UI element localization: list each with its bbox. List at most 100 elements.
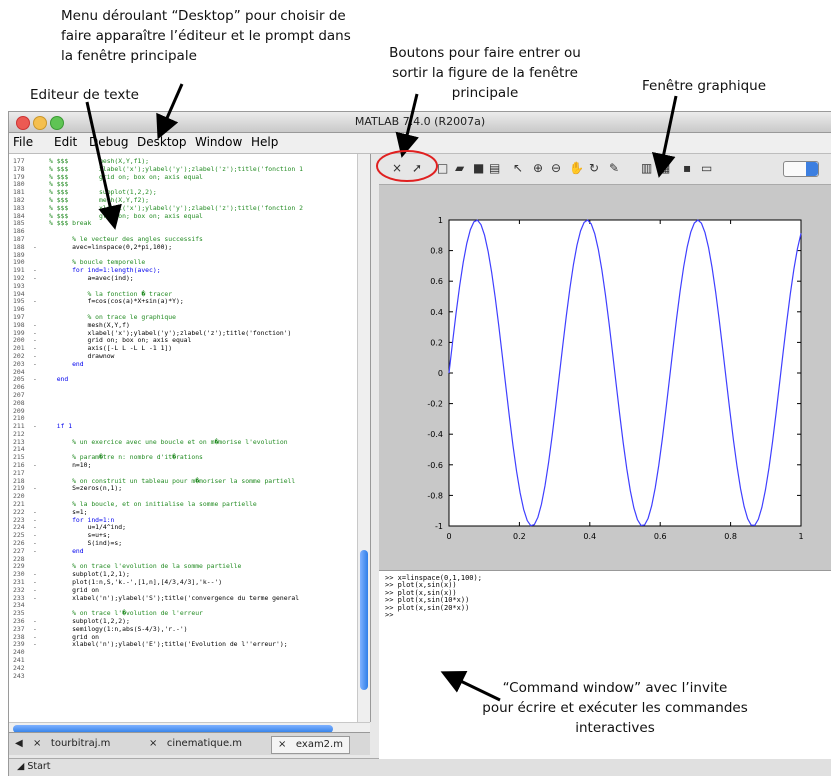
layout-dropdown[interactable] (783, 161, 819, 177)
y-tick-label: 0 (438, 369, 443, 378)
x-tick-label: 0.2 (513, 532, 526, 541)
code-line[interactable]: 216- n=10; (9, 461, 349, 470)
tab-scroll-left-icon[interactable]: ◀ (15, 736, 23, 752)
x-tick-label: 0.6 (654, 532, 667, 541)
open-file-icon[interactable]: ▰ (455, 161, 464, 175)
tab-label: exam2.m (295, 739, 343, 750)
dock-arrow-icon[interactable]: ➚ (412, 161, 422, 175)
undock-close-icon[interactable]: × (392, 161, 402, 175)
editor-annotation: Editeur de texte (30, 87, 139, 103)
breakpoint-marker[interactable]: - (33, 376, 41, 384)
zoom-in-icon[interactable]: ⊕ (533, 161, 543, 175)
breakpoint-marker[interactable]: - (33, 360, 41, 369)
code-line[interactable]: 203- end (9, 360, 349, 369)
code-line[interactable]: 219- S=zeros(n,1); (9, 485, 349, 493)
code-line[interactable]: 233- xlabel('n');ylabel('S');title('conv… (9, 593, 349, 603)
text-editor[interactable]: 177% $$$ mesh(X,Y,f1); 178% $$$ xlabel('x… (9, 154, 371, 722)
annotation-line: interactives (575, 720, 655, 736)
code-line[interactable]: 243 (9, 672, 349, 681)
breakpoint-marker[interactable]: - (33, 641, 41, 649)
editor-vertical-scrollbar[interactable] (357, 154, 370, 722)
code-text: % un exercice avec une boucle et on m�mo… (49, 437, 288, 446)
tab-tourbitraj[interactable]: × tourbitraj.m (33, 736, 110, 752)
code-line[interactable]: 239- xlabel('n');ylabel('E');title('Evol… (9, 641, 349, 649)
code-line[interactable]: 208 (9, 399, 349, 408)
title-bar: MATLAB 7.4.0 (R2007a) (9, 112, 831, 133)
code-line[interactable]: 209 (9, 407, 349, 416)
code-area[interactable]: 177% $$$ mesh(X,Y,f1); 178% $$$ xlabel('x… (9, 157, 349, 681)
annotation-line: pour écrire et exécuter les commandes (482, 700, 748, 716)
save-icon[interactable]: ■ (473, 161, 484, 175)
tab-exam2[interactable]: × exam2.m (271, 736, 350, 754)
breakpoint-marker[interactable]: - (33, 422, 41, 431)
y-tick-label: 0.4 (430, 308, 443, 317)
tab-label: tourbitraj.m (50, 738, 111, 749)
colorbar-icon[interactable]: ▥ (641, 161, 652, 175)
code-line[interactable]: 211- if 1 (9, 422, 349, 431)
breakpoint-marker[interactable]: - (33, 243, 41, 252)
code-line[interactable]: 207 (9, 391, 349, 400)
menu-file[interactable]: File (13, 135, 33, 149)
y-tick-label: 0.8 (430, 247, 443, 256)
code-text: % $$$ grid on; box on; axis equal (49, 172, 203, 181)
code-line[interactable]: 241 (9, 656, 349, 665)
menu-window[interactable]: Window (195, 135, 242, 149)
code-text: end (49, 546, 84, 555)
code-text: n=10; (49, 461, 92, 470)
code-line[interactable]: 195- f=cos(cos(a)*X+sin(a)*Y); (9, 298, 349, 306)
menu-debug[interactable]: Debug (89, 135, 128, 149)
code-text: % $$$ break (49, 219, 92, 228)
new-figure-icon[interactable]: □ (437, 161, 448, 175)
annotation-line: “Command window” avec l’invite (502, 680, 728, 696)
breakpoint-marker[interactable]: - (33, 485, 41, 493)
annotation-line: la fenêtre principale (61, 48, 197, 64)
code-text: f=cos(cos(a)*X+sin(a)*Y); (49, 297, 184, 306)
pan-icon[interactable]: ✋ (569, 161, 584, 175)
y-tick-label: 0.2 (430, 338, 443, 347)
code-line[interactable]: 206 (9, 383, 349, 392)
menu-bar: File Edit Debug Desktop Window Help (9, 133, 831, 154)
show-plot-tools-icon[interactable]: ▭ (701, 161, 712, 175)
start-button[interactable]: ◢ Start (17, 761, 51, 772)
code-line[interactable]: 240 (9, 648, 349, 657)
window-title: MATLAB 7.4.0 (R2007a) (354, 115, 486, 128)
x-tick-label: 0.4 (583, 532, 596, 541)
code-line[interactable]: 192- a=avec(ind); (9, 274, 349, 283)
breakpoint-marker[interactable]: - (33, 594, 41, 603)
code-line[interactable]: 227- end (9, 546, 349, 556)
editor-vertical-scroll-thumb[interactable] (360, 550, 368, 690)
breakpoint-marker[interactable]: - (33, 547, 41, 556)
command-window-annotation: “Command window” avec l’invite pour écri… (450, 678, 780, 738)
matlab-window: MATLAB 7.4.0 (R2007a) File Edit Debug De… (8, 111, 831, 776)
figure-toolbar: × ➚ □ ▰ ■ ▤ ↖ ⊕ ⊖ ✋ ↻ ✎ ▥ ▦ ▪ ▭ (379, 154, 831, 185)
breakpoint-marker[interactable]: - (33, 298, 41, 306)
code-line[interactable]: 213 % un exercice avec une boucle et on … (9, 437, 349, 447)
annotation-line: Menu déroulant “Desktop” pour choisir de (61, 8, 346, 24)
menu-desktop[interactable]: Desktop (137, 135, 187, 149)
command-history[interactable]: >> x=linspace(0,1,100); >> plot(x,sin(x))… (385, 574, 482, 619)
legend-icon[interactable]: ▦ (659, 161, 670, 175)
y-tick-label: 1 (438, 216, 443, 225)
breakpoint-marker[interactable]: - (33, 274, 41, 283)
annotation-line: Boutons pour faire entrer ou (389, 45, 581, 61)
code-text: xlabel('n');ylabel('S');title('convergen… (49, 593, 300, 602)
annotation-line: sortir la figure de la fenêtre (392, 65, 578, 81)
menu-edit[interactable]: Edit (54, 135, 77, 149)
code-line[interactable]: 188- avec=linspace(0,2*pi,100); (9, 242, 349, 252)
breakpoint-marker[interactable]: - (33, 461, 41, 470)
start-label: Start (27, 761, 51, 772)
tab-cinematique[interactable]: × cinematique.m (149, 736, 242, 752)
plot-area[interactable]: 0 0.2 0.4 0.6 0.8 1 -1 -0.8 -0.6 -0.4 -0.2 0 0.2 0.4 0… (379, 184, 831, 598)
print-icon[interactable]: ▤ (489, 161, 500, 175)
zoom-out-icon[interactable]: ⊖ (551, 161, 561, 175)
rotate-icon[interactable]: ↻ (589, 161, 599, 175)
code-line[interactable]: 205- end (9, 376, 349, 384)
annotation-line: faire apparaître l’éditeur et le prompt … (61, 28, 351, 44)
data-cursor-icon[interactable]: ✎ (609, 161, 619, 175)
code-line[interactable]: 185% $$$ break (9, 220, 349, 228)
pointer-icon[interactable]: ↖ (513, 161, 523, 175)
hide-plot-tools-icon[interactable]: ▪ (683, 161, 691, 175)
menu-help[interactable]: Help (251, 135, 278, 149)
code-line[interactable]: 242 (9, 664, 349, 673)
code-text: avec=linspace(0,2*pi,100); (49, 242, 173, 251)
